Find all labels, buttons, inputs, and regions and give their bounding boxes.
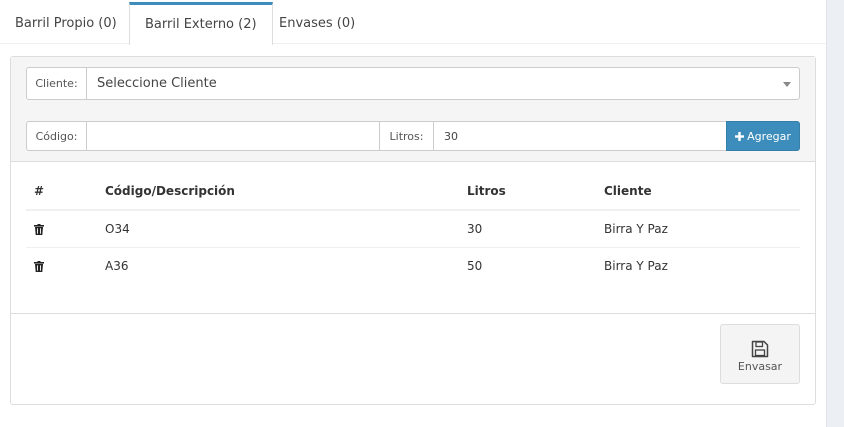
form-area: Cliente: Seleccione Cliente Código: Litr… <box>11 57 815 162</box>
codigo-input[interactable] <box>86 121 380 151</box>
page-scrollbar[interactable] <box>826 0 844 427</box>
row-litros: 30 <box>467 222 483 236</box>
trash-icon[interactable] <box>34 261 44 272</box>
column-header-codigo: Código/Descripción <box>105 184 235 198</box>
plus-icon <box>735 131 745 141</box>
tab-barril-externo[interactable]: Barril Externo (2) <box>129 2 273 45</box>
column-header-cliente: Cliente <box>604 184 652 198</box>
save-icon <box>751 340 769 358</box>
cliente-select-value: Seleccione Cliente <box>97 76 217 91</box>
cliente-row: Cliente: Seleccione Cliente <box>26 67 800 100</box>
chevron-down-icon <box>783 82 791 87</box>
row-cliente: Birra Y Paz <box>604 259 668 273</box>
codigo-litros-row: Código: Litros: 30 Agregar <box>26 121 800 151</box>
cliente-select[interactable]: Seleccione Cliente <box>86 67 800 100</box>
column-header-index: # <box>34 184 45 198</box>
litros-label: Litros: <box>379 121 434 151</box>
row-cliente: Birra Y Paz <box>604 222 668 236</box>
agregar-button[interactable]: Agregar <box>726 121 800 151</box>
main-page: Barril Propio (0) Barril Externo (2) Env… <box>0 0 826 427</box>
row-litros: 50 <box>467 259 483 273</box>
tab-barril-propio[interactable]: Barril Propio (0) <box>0 2 132 44</box>
envasar-button[interactable]: Envasar <box>720 324 800 384</box>
agregar-button-label: Agregar <box>747 129 791 143</box>
column-header-litros: Litros <box>467 184 506 198</box>
row-codigo: A36 <box>105 259 129 273</box>
table-row: O34 30 Birra Y Paz <box>26 211 800 248</box>
litros-input[interactable]: 30 <box>433 121 727 151</box>
cliente-label: Cliente: <box>26 67 87 100</box>
footer-divider <box>11 313 815 314</box>
tab-envases[interactable]: Envases (0) <box>264 2 370 44</box>
tab-bar: Barril Propio (0) Barril Externo (2) Env… <box>0 2 826 45</box>
table-row: A36 50 Birra Y Paz <box>26 248 800 285</box>
row-codigo: O34 <box>105 222 130 236</box>
codigo-label: Código: <box>26 121 87 151</box>
trash-icon[interactable] <box>34 224 44 235</box>
envasar-button-label: Envasar <box>737 360 783 373</box>
barril-externo-panel: Cliente: Seleccione Cliente Código: Litr… <box>10 56 816 405</box>
